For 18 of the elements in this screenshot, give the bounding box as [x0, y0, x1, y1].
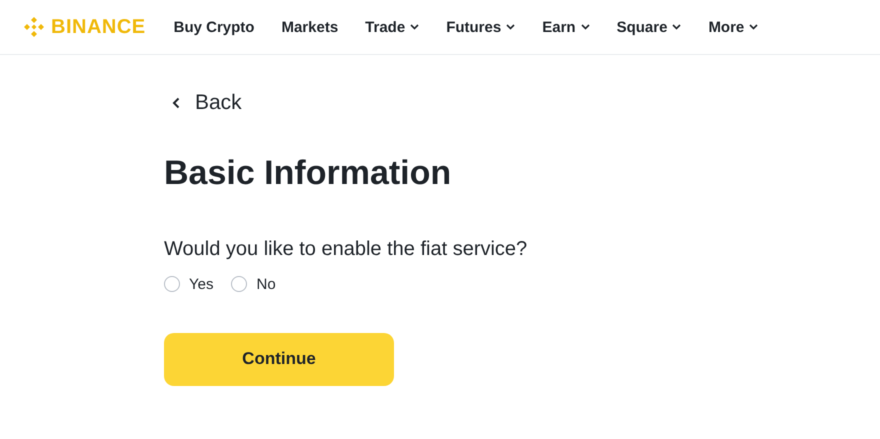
logo-text: BINANCE [51, 16, 146, 38]
option-label: No [256, 276, 276, 293]
option-label: Yes [189, 276, 214, 293]
nav-link[interactable]: Buy Crypto [174, 18, 254, 36]
radio-button[interactable] [231, 276, 248, 292]
nav-link[interactable]: Trade [365, 18, 420, 36]
radio-button[interactable] [164, 276, 180, 292]
question-text: Would you like to enable the fiat service? [164, 236, 528, 262]
logo-icon [22, 15, 46, 39]
nav-link[interactable]: Square [616, 18, 682, 36]
chevron-left-icon [172, 97, 180, 109]
nav-link[interactable]: Earn [542, 18, 590, 36]
nav-link[interactable]: Markets [281, 18, 338, 36]
nav-link[interactable]: More [708, 18, 758, 36]
nav-link[interactable]: Futures [446, 18, 516, 36]
page-title: Basic Information [164, 153, 452, 194]
back-button[interactable]: Back [164, 91, 242, 115]
continue-button[interactable]: Continue [164, 332, 394, 386]
